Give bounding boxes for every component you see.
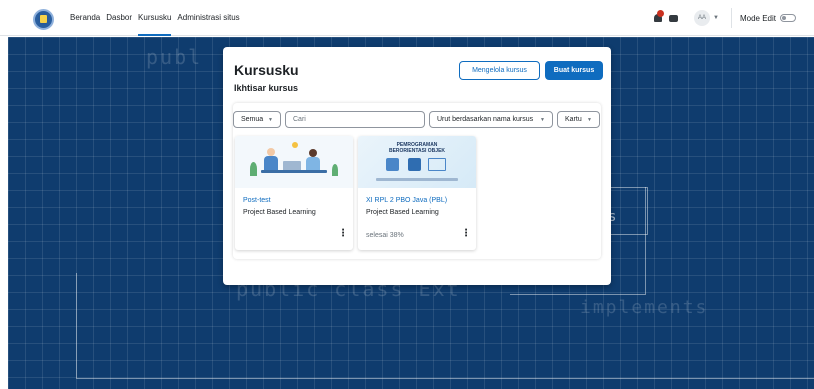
course-name-link[interactable]: Post-test [243, 197, 271, 204]
course-image[interactable]: PEMROGRAMAN BERORIENTASI OBJEK [358, 136, 476, 188]
grouping-value: Semua [241, 116, 264, 123]
notification-badge [657, 10, 665, 17]
edit-mode-label: Mode Edit [739, 13, 776, 23]
course-image[interactable] [235, 136, 353, 188]
person-head-icon [267, 148, 275, 156]
course-search-input[interactable]: Cari [285, 111, 425, 128]
top-navbar: Beranda Dasbor Kursusku Administrasi sit… [0, 0, 814, 36]
messages-icon[interactable] [669, 14, 679, 22]
course-image-title: PEMROGRAMAN BERORIENTASI OBJEK [358, 142, 476, 154]
lightbulb-icon [292, 142, 298, 148]
person-head-icon [309, 149, 317, 157]
uml-chart-icon [428, 158, 446, 171]
chevron-down-icon: ▼ [540, 116, 545, 123]
notification-bell-icon[interactable] [653, 10, 665, 23]
primary-navigation: Beranda Dasbor Kursusku Administrasi sit… [70, 0, 240, 36]
site-logo[interactable] [33, 9, 54, 30]
user-menu-area: AA ▼ Mode Edit [653, 0, 796, 36]
nav-link-administrasi-situs[interactable]: Administrasi situs [177, 0, 239, 36]
user-avatar[interactable]: AA [694, 10, 711, 26]
background-bracket-3 [76, 273, 814, 379]
course-name-link[interactable]: XI RPL 2 PBO Java (PBL) [366, 197, 447, 204]
desk-icon [261, 170, 327, 173]
create-course-button[interactable]: Buat kursus [545, 61, 603, 80]
manage-courses-button[interactable]: Mengelola kursus [459, 61, 540, 80]
course-actions-more-icon[interactable]: ⋮ [461, 228, 471, 239]
sort-dropdown[interactable]: Urut berdasarkan nama kursus ▼ [429, 111, 553, 128]
logo-emblem-icon [40, 15, 47, 23]
background-text-1: publ [146, 45, 203, 69]
course-image-title-line-2: BERORIENTASI OBJEK [388, 148, 446, 154]
search-placeholder: Cari [293, 116, 306, 123]
sort-value: Urut berdasarkan nama kursus [437, 116, 534, 123]
grouping-dropdown[interactable]: Semua ▼ [233, 111, 281, 128]
course-category: Project Based Learning [366, 209, 439, 216]
plant-icon [332, 164, 338, 176]
view-dropdown[interactable]: Kartu ▼ [557, 111, 600, 128]
course-category: Project Based Learning [243, 209, 316, 216]
navbar-divider [730, 8, 732, 28]
page-title: Kursusku [234, 62, 299, 78]
chevron-down-icon: ▼ [587, 116, 592, 123]
course-progress-text: selesai 38% [366, 232, 404, 239]
user-menu-chevron-down-icon[interactable]: ▼ [713, 15, 719, 21]
view-value: Kartu [565, 116, 582, 123]
image-footer-bar [376, 178, 458, 181]
chevron-down-icon: ▼ [268, 116, 273, 123]
class-diagram-icon [408, 158, 421, 171]
course-card[interactable]: PEMROGRAMAN BERORIENTASI OBJEK XI RPL 2 … [358, 136, 476, 250]
nav-link-dasbor[interactable]: Dasbor [106, 0, 132, 36]
nav-link-beranda[interactable]: Beranda [70, 0, 100, 36]
edit-mode-toggle[interactable] [780, 14, 796, 22]
person-body-icon [306, 157, 320, 170]
plant-icon [250, 162, 257, 176]
course-actions-more-icon[interactable]: ⋮ [338, 228, 348, 239]
nav-link-kursusku[interactable]: Kursusku [138, 0, 172, 36]
code-window-icon [386, 158, 399, 171]
my-courses-card: Kursusku Ikhtisar kursus Mengelola kursu… [223, 47, 611, 285]
course-overview-heading: Ikhtisar kursus [234, 83, 299, 93]
course-overview-block: Semua ▼ Cari Urut berdasarkan nama kursu… [233, 103, 601, 259]
person-body-icon [264, 156, 278, 170]
course-card[interactable]: Post-test Project Based Learning ⋮ [235, 136, 353, 250]
